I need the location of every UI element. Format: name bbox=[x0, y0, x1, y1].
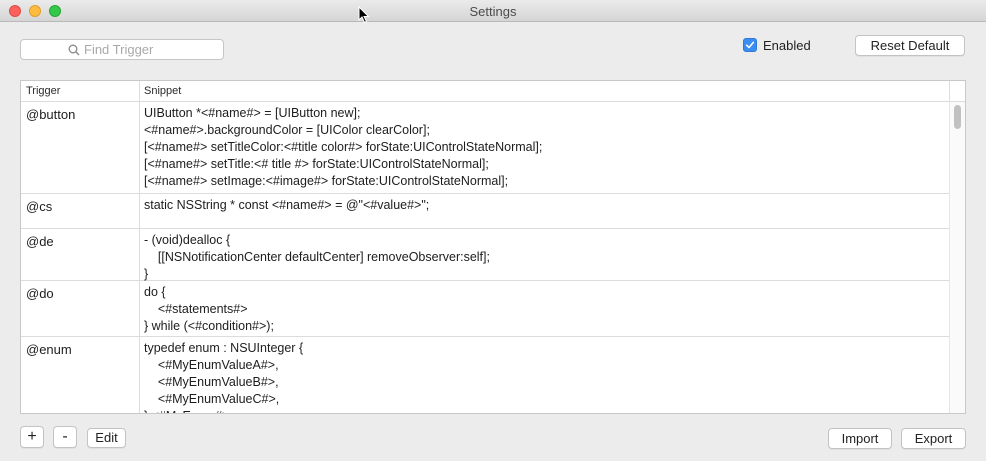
checkmark-icon bbox=[745, 41, 755, 49]
vertical-scrollbar[interactable] bbox=[949, 102, 965, 413]
snippet-cell: do { <#statements#> } while (<#condition… bbox=[144, 285, 274, 333]
table-body: @button UIButton *<#name#> = [UIButton n… bbox=[21, 102, 949, 413]
import-button[interactable]: Import bbox=[828, 428, 892, 449]
enabled-toggle[interactable]: Enabled bbox=[743, 37, 811, 53]
trigger-cell: @do bbox=[26, 286, 54, 301]
title-bar[interactable]: Settings bbox=[0, 0, 986, 22]
column-divider bbox=[139, 281, 140, 336]
column-divider bbox=[139, 194, 140, 228]
snippet-table[interactable]: Trigger Snippet @button UIButton *<#name… bbox=[20, 80, 966, 414]
column-divider bbox=[139, 81, 140, 101]
reset-default-button[interactable]: Reset Default bbox=[855, 35, 965, 56]
snippet-cell: UIButton *<#name#> = [UIButton new]; <#n… bbox=[144, 106, 543, 188]
column-divider bbox=[139, 229, 140, 280]
settings-window: Settings Enabled Reset Default Trigger S… bbox=[0, 0, 986, 461]
scrollbar-thumb[interactable] bbox=[954, 105, 961, 129]
search-input[interactable] bbox=[84, 41, 219, 58]
table-row[interactable]: @enum typedef enum : NSUInteger { <#MyEn… bbox=[21, 337, 949, 413]
column-header-trigger[interactable]: Trigger bbox=[26, 85, 60, 97]
window-title: Settings bbox=[469, 4, 517, 19]
search-icon bbox=[68, 44, 80, 56]
trigger-cell: @de bbox=[26, 234, 54, 249]
column-divider bbox=[139, 102, 140, 193]
enabled-checkbox[interactable] bbox=[743, 38, 757, 52]
mouse-pointer-icon bbox=[358, 6, 370, 24]
snippet-cell: - (void)dealloc { [[NSNotificationCenter… bbox=[144, 233, 490, 281]
trigger-cell: @cs bbox=[26, 199, 53, 214]
edit-snippet-button[interactable]: Edit bbox=[87, 428, 126, 448]
table-header: Trigger Snippet bbox=[21, 81, 965, 102]
column-header-snippet[interactable]: Snippet bbox=[144, 85, 181, 97]
snippet-cell: typedef enum : NSUInteger { <#MyEnumValu… bbox=[144, 341, 304, 413]
table-row[interactable]: @button UIButton *<#name#> = [UIButton n… bbox=[21, 102, 949, 194]
trigger-cell: @button bbox=[26, 107, 76, 122]
column-divider bbox=[949, 81, 950, 101]
column-divider bbox=[139, 337, 140, 413]
table-row[interactable]: @de - (void)dealloc { [[NSNotificationCe… bbox=[21, 229, 949, 281]
find-trigger-search[interactable] bbox=[20, 39, 224, 60]
enabled-label: Enabled bbox=[763, 37, 811, 53]
table-row[interactable]: @do do { <#statements#> } while (<#condi… bbox=[21, 281, 949, 337]
snippet-cell: static NSString * const <#name#> = @"<#v… bbox=[144, 198, 430, 212]
add-snippet-button[interactable]: + bbox=[20, 426, 44, 448]
remove-snippet-button[interactable]: - bbox=[53, 426, 77, 448]
table-row[interactable]: @cs static NSString * const <#name#> = @… bbox=[21, 194, 949, 229]
export-button[interactable]: Export bbox=[901, 428, 966, 449]
trigger-cell: @enum bbox=[26, 342, 72, 357]
